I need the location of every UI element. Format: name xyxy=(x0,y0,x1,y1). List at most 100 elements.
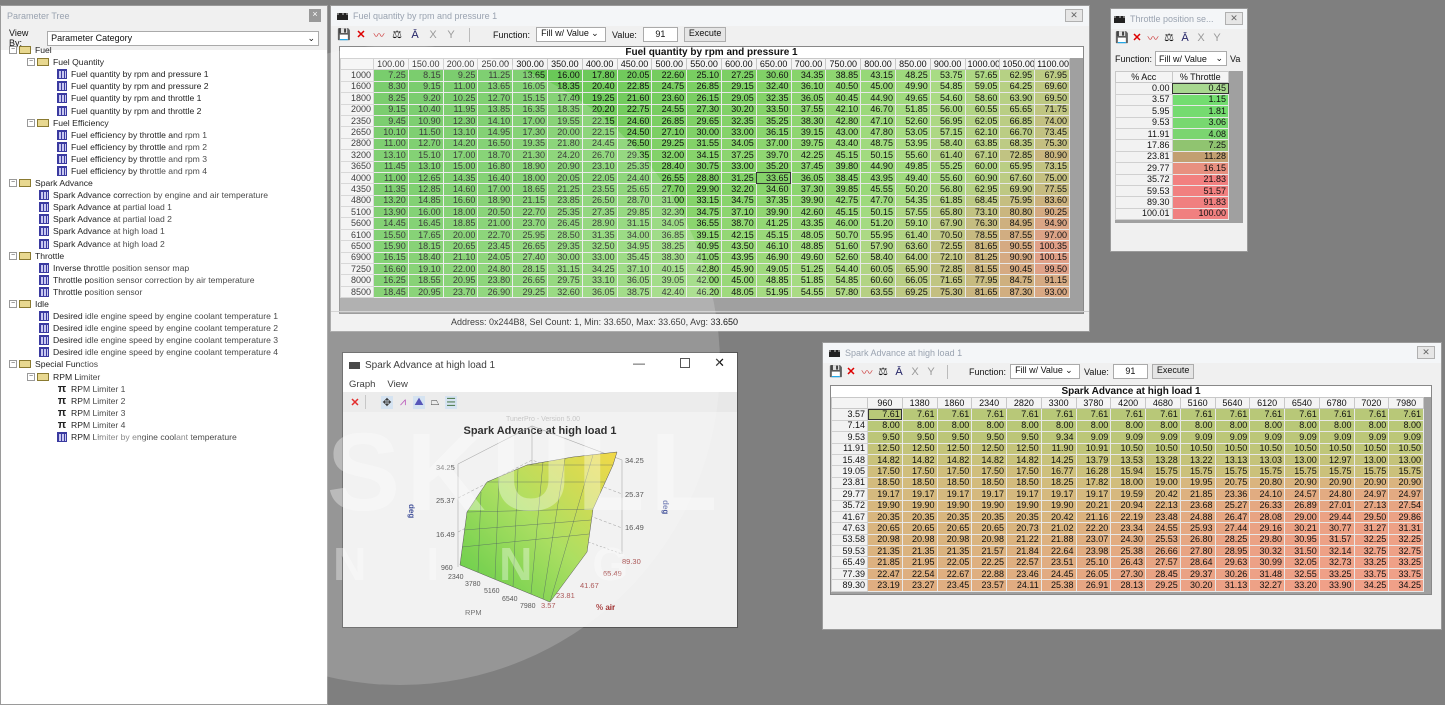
fuel-cell[interactable]: 14.10 xyxy=(478,115,513,126)
spark-cell[interactable]: 7.61 xyxy=(1389,409,1424,420)
spark-cell[interactable]: 14.82 xyxy=(902,454,937,465)
fuel-cell[interactable]: 27.30 xyxy=(687,104,722,115)
spark-cell[interactable]: 27.01 xyxy=(1319,500,1354,511)
fuel-cell[interactable]: 9.20 xyxy=(408,93,443,104)
fuel-cell[interactable]: 34.75 xyxy=(687,207,722,218)
fuel-cell[interactable]: 21.15 xyxy=(513,195,548,206)
spark-cell[interactable]: 19.17 xyxy=(902,489,937,500)
fuel-cell[interactable]: 37.35 xyxy=(756,195,791,206)
fuel-cell[interactable]: 54.85 xyxy=(826,275,861,286)
fuel-cell[interactable]: 8.15 xyxy=(408,70,443,81)
fuel-cell[interactable]: 40.50 xyxy=(826,81,861,92)
fuel-cell[interactable]: 48.85 xyxy=(756,275,791,286)
spark-cell[interactable]: 20.65 xyxy=(972,523,1007,534)
area-chart-icon[interactable]: ⛰ xyxy=(413,396,425,409)
fuel-cell[interactable]: 51.60 xyxy=(826,241,861,252)
fuel-cell[interactable]: 80.80 xyxy=(1000,207,1035,218)
save-icon[interactable]: 💾 xyxy=(1115,31,1127,44)
spark-cell[interactable]: 7.61 xyxy=(868,409,903,420)
collapse-toggle-icon[interactable]: − xyxy=(9,360,17,368)
fuel-cell[interactable]: 56.80 xyxy=(930,184,965,195)
spark-cell[interactable]: 15.75 xyxy=(1250,466,1285,477)
spark-cell[interactable]: 8.00 xyxy=(1076,420,1111,431)
spark-cell[interactable]: 7.61 xyxy=(1076,409,1111,420)
spark-cell[interactable]: 31.13 xyxy=(1215,580,1250,591)
fuel-cell[interactable]: 39.80 xyxy=(826,161,861,172)
fuel-cell[interactable]: 11.35 xyxy=(374,184,409,195)
fuel-cell[interactable]: 24.55 xyxy=(652,104,687,115)
spark-cell[interactable]: 8.00 xyxy=(1111,420,1146,431)
fuel-cell[interactable]: 33.15 xyxy=(687,195,722,206)
fuel-cell[interactable]: 16.35 xyxy=(513,104,548,115)
fuel-cell[interactable]: 37.30 xyxy=(791,184,826,195)
spark-cell[interactable]: 22.88 xyxy=(972,568,1007,579)
fuel-cell[interactable]: 19.25 xyxy=(582,93,617,104)
fuel-cell[interactable]: 20.40 xyxy=(582,81,617,92)
spark-cell[interactable]: 13.00 xyxy=(1389,454,1424,465)
fuel-cell[interactable]: 18.35 xyxy=(547,104,582,115)
fuel-cell[interactable]: 31.15 xyxy=(547,264,582,275)
fuel-cell[interactable]: 71.75 xyxy=(1035,104,1070,115)
fuel-cell[interactable]: 65.90 xyxy=(895,264,930,275)
fuel-cell[interactable]: 54.60 xyxy=(930,93,965,104)
fuel-cell[interactable]: 34.95 xyxy=(617,241,652,252)
fuel-cell[interactable]: 29.35 xyxy=(617,150,652,161)
interpolate-icon[interactable]: Ā xyxy=(893,366,905,378)
fuel-cell[interactable]: 21.10 xyxy=(443,252,478,263)
fuel-cell[interactable]: 30.75 xyxy=(687,161,722,172)
fuel-cell[interactable]: 68.45 xyxy=(965,195,1000,206)
spark-cell[interactable]: 19.17 xyxy=(1041,489,1076,500)
tree-item[interactable]: Spark Advance at partial load 2 xyxy=(9,213,278,225)
fuel-cell[interactable]: 46.70 xyxy=(861,104,896,115)
spark-cell[interactable]: 15.75 xyxy=(1285,466,1320,477)
fuel-cell[interactable]: 16.60 xyxy=(374,264,409,275)
fuel-cell[interactable]: 42.15 xyxy=(721,229,756,240)
fuel-cell[interactable]: 32.50 xyxy=(582,241,617,252)
spark-cell[interactable]: 31.50 xyxy=(1285,546,1320,557)
fuel-cell[interactable]: 9.25 xyxy=(443,70,478,81)
fuel-cell[interactable]: 34.25 xyxy=(582,264,617,275)
fuel-cell[interactable]: 62.95 xyxy=(965,184,1000,195)
fuel-cell[interactable]: 39.15 xyxy=(791,127,826,138)
fuel-cell[interactable]: 11.45 xyxy=(374,161,409,172)
spark-cell[interactable]: 18.50 xyxy=(937,477,972,488)
spark-cell[interactable]: 20.65 xyxy=(868,523,903,534)
fuel-cell[interactable]: 33.00 xyxy=(582,252,617,263)
fuel-cell[interactable]: 25.35 xyxy=(547,207,582,218)
spark-cell[interactable]: 31.27 xyxy=(1354,523,1389,534)
spark-cell[interactable]: 24.97 xyxy=(1389,489,1424,500)
spark-cell[interactable]: 30.26 xyxy=(1215,568,1250,579)
spark-cell[interactable]: 15.75 xyxy=(1180,466,1215,477)
tree-item[interactable]: πRPM Limiter 2 xyxy=(9,395,278,407)
spark-cell[interactable]: 29.80 xyxy=(1250,534,1285,545)
fuel-cell[interactable]: 16.00 xyxy=(547,70,582,81)
spark-cell[interactable]: 21.35 xyxy=(902,546,937,557)
tree-item[interactable]: Throttle position sensor xyxy=(9,286,278,298)
spark-cell[interactable]: 20.98 xyxy=(972,534,1007,545)
tree-item[interactable]: πRPM Limiter 3 xyxy=(9,407,278,419)
spark-cell[interactable]: 13.79 xyxy=(1076,454,1111,465)
fuel-cell[interactable]: 23.60 xyxy=(652,93,687,104)
scale-icon[interactable]: ⚖ xyxy=(391,28,403,41)
function-select[interactable]: Fill w/ Value⌄ xyxy=(1155,51,1227,66)
tree-item[interactable]: Fuel quantity by rpm and pressure 2 xyxy=(9,80,278,92)
fuel-cell[interactable]: 21.60 xyxy=(617,93,652,104)
fuel-cell[interactable]: 57.65 xyxy=(965,70,1000,81)
spark-cell[interactable]: 29.16 xyxy=(1250,523,1285,534)
spark-cell[interactable]: 33.75 xyxy=(1389,568,1424,579)
spark-cell[interactable]: 26.33 xyxy=(1250,500,1285,511)
fuel-cell[interactable]: 57.80 xyxy=(826,286,861,297)
fuel-cell[interactable]: 44.90 xyxy=(861,161,896,172)
fuel-cell[interactable]: 31.15 xyxy=(617,218,652,229)
spark-cell[interactable]: 20.90 xyxy=(1285,477,1320,488)
fuel-cell[interactable]: 32.35 xyxy=(721,115,756,126)
spark-cell[interactable]: 19.90 xyxy=(902,500,937,511)
tree-item[interactable]: Fuel efficiency by throttle and rpm 2 xyxy=(9,141,278,153)
fuel-cell[interactable]: 38.45 xyxy=(826,172,861,183)
fuel-cell[interactable]: 48.25 xyxy=(895,70,930,81)
spark-cell[interactable]: 7.61 xyxy=(902,409,937,420)
spark-cell[interactable]: 10.50 xyxy=(1354,443,1389,454)
tree-item[interactable]: Spark Advance at high load 1 xyxy=(9,225,278,237)
fuel-cell[interactable]: 28.50 xyxy=(547,229,582,240)
fuel-cell[interactable]: 48.05 xyxy=(791,229,826,240)
